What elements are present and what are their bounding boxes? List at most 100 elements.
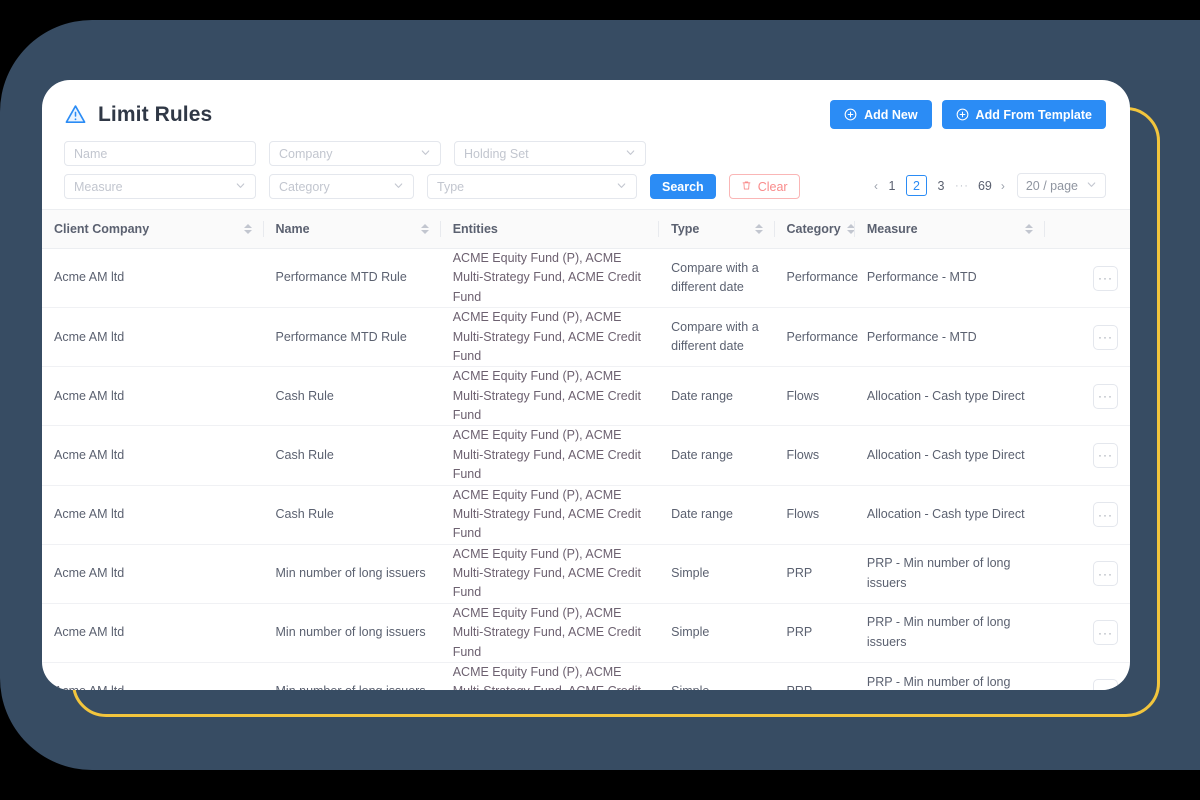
column-header-type[interactable]: Type <box>659 209 775 249</box>
column-label: Entities <box>452 222 498 236</box>
cell-type: Compare with a different date <box>659 248 775 309</box>
cell-type: Simple <box>659 662 775 690</box>
table-row[interactable]: Acme AM ltdMin number of long issuersACM… <box>42 603 1130 663</box>
cell-category: PRP <box>774 662 855 690</box>
cell-name: Min number of long issuers <box>263 544 441 604</box>
row-actions-button[interactable]: ··· <box>1093 324 1118 350</box>
chevron-down-icon <box>393 180 404 194</box>
limit-rules-table: Client Company Name Entities Type Catego… <box>42 209 1130 690</box>
sort-icon[interactable] <box>754 224 763 234</box>
add-new-label: Add New <box>864 107 918 122</box>
cell-measure: Allocation - Cash type Direct <box>854 366 1046 427</box>
pagination-ellipsis[interactable]: ··· <box>955 180 969 192</box>
table-row[interactable]: Acme AM ltd Performance MTD Rule ACME Equi… <box>42 248 1130 309</box>
cell-type: Date range <box>659 485 775 545</box>
cell-measure: Performance - MTD <box>854 307 1046 368</box>
type-select[interactable]: Type <box>427 174 637 199</box>
cell-entities: ACME Equity Fund (P), ACME Multi-Strateg… <box>440 307 660 368</box>
clear-label: Clear <box>757 179 788 194</box>
warning-triangle-icon <box>64 103 87 126</box>
page-size-select[interactable]: 20 / page <box>1016 173 1106 198</box>
column-header-measure[interactable]: Measure <box>854 209 1046 249</box>
company-select-placeholder: Company <box>279 146 333 161</box>
limit-rules-table-wrap: Client Company Name Entities Type Catego… <box>42 209 1130 690</box>
cell-client-company: Acme AM ltd <box>42 425 264 486</box>
type-select-placeholder: Type <box>437 179 465 194</box>
cell-name: Cash Rule <box>263 366 441 427</box>
table-head: Client Company Name Entities Type Catego… <box>42 209 1130 249</box>
column-header-client-company[interactable]: Client Company <box>42 209 264 249</box>
search-button[interactable]: Search <box>650 174 716 199</box>
table-row[interactable]: Acme AM ltd Cash Rule ACME Equity Fund (P)… <box>42 485 1130 545</box>
measure-select[interactable]: Measure <box>64 174 256 199</box>
plus-circle-icon <box>844 108 857 121</box>
trash-icon <box>741 180 752 194</box>
cell-category: Flows <box>774 485 855 545</box>
page-last-button[interactable]: 69 <box>978 179 992 193</box>
page-1-button[interactable]: 1 <box>887 179 897 193</box>
row-actions-button[interactable]: ··· <box>1093 620 1118 646</box>
row-actions-button[interactable]: ··· <box>1093 502 1118 528</box>
chevron-right-icon[interactable]: › <box>1001 179 1005 193</box>
column-header-name[interactable]: Name <box>263 209 441 249</box>
table-header-row: Client Company Name Entities Type Catego… <box>42 209 1130 249</box>
add-from-template-button[interactable]: Add From Template <box>941 100 1106 129</box>
pagination: ‹ 1 2 3 ··· 69 › 20 / page <box>874 173 1106 198</box>
cell-entities: ACME Equity Fund (P), ACME Multi-Strateg… <box>440 485 660 545</box>
column-header-entities[interactable]: Entities <box>440 209 660 249</box>
card-header: Limit Rules Add New Add From Template <box>42 80 1130 129</box>
table-row[interactable]: Acme AM ltdMin number of long issuersACM… <box>42 544 1130 604</box>
cell-name: Performance MTD Rule <box>263 248 441 309</box>
cell-actions: ··· <box>1045 544 1130 604</box>
sort-icon[interactable] <box>420 224 429 234</box>
cell-measure: Allocation - Cash type Direct <box>854 485 1046 545</box>
cell-client-company: Acme AM ltd <box>42 603 264 663</box>
cell-measure: Allocation - Cash type Direct <box>854 425 1046 486</box>
clear-button[interactable]: Clear <box>728 174 800 199</box>
row-actions-button[interactable]: ··· <box>1093 265 1118 291</box>
add-new-button[interactable]: Add New <box>830 100 932 129</box>
holding-set-select[interactable]: Holding Set <box>454 141 646 166</box>
page-3-button[interactable]: 3 <box>936 179 946 193</box>
cell-type: Simple <box>659 544 775 604</box>
limit-rules-card: Limit Rules Add New Add From Template Na… <box>42 80 1130 690</box>
table-row[interactable]: Acme AM ltd Cash Rule ACME Equity Fund (P)… <box>42 366 1130 427</box>
add-from-template-label: Add From Template <box>975 107 1092 122</box>
cell-entities: ACME Equity Fund (P), ACME Multi-Strateg… <box>440 248 660 309</box>
cell-measure: PRP - Min number of long issuers <box>854 603 1046 663</box>
table-row[interactable]: Acme AM ltd Performance MTD Rule ACME Equi… <box>42 307 1130 368</box>
cell-client-company: Acme AM ltd <box>42 485 264 545</box>
cell-measure: PRP - Min number of long issuers <box>854 662 1046 690</box>
column-label: Client Company <box>54 222 150 236</box>
column-label: Category <box>786 222 841 236</box>
cell-entities: ACME Equity Fund (P), ACME Multi-Strateg… <box>440 544 660 604</box>
category-select[interactable]: Category <box>269 174 414 199</box>
row-actions-button[interactable]: ··· <box>1093 383 1118 409</box>
page-2-button[interactable]: 2 <box>905 175 927 196</box>
table-row[interactable]: Acme AM ltd Cash Rule ACME Equity Fund (P)… <box>42 425 1130 486</box>
name-input[interactable]: Name <box>64 141 256 166</box>
chevron-left-icon[interactable]: ‹ <box>874 179 878 193</box>
column-header-category[interactable]: Category <box>774 209 855 249</box>
cell-client-company: Acme AM ltd <box>42 544 264 604</box>
plus-circle-icon <box>956 108 969 121</box>
name-input-placeholder: Name <box>74 146 108 161</box>
cell-entities: ACME Equity Fund (P), ACME Multi-Strateg… <box>440 366 660 427</box>
filter-bar: Name Company Holding Set Measure Categor… <box>42 129 1130 199</box>
sort-icon[interactable] <box>1025 224 1034 234</box>
page-title: Limit Rules <box>98 102 213 126</box>
sort-icon[interactable] <box>243 224 252 234</box>
cell-name: Min number of long issuers <box>263 603 441 663</box>
row-actions-button[interactable]: ··· <box>1093 561 1118 587</box>
holding-set-select-placeholder: Holding Set <box>464 146 529 161</box>
table-row[interactable]: Acme AM ltdMin number of long issuersACM… <box>42 662 1130 690</box>
company-select[interactable]: Company <box>269 141 441 166</box>
cell-category: Flows <box>774 425 855 486</box>
cell-client-company: Acme AM ltd <box>42 366 264 427</box>
cell-category: PRP <box>774 544 855 604</box>
chevron-down-icon <box>616 180 627 194</box>
column-header-actions <box>1045 209 1130 249</box>
row-actions-button[interactable]: ··· <box>1093 442 1118 468</box>
column-label: Type <box>671 222 700 236</box>
cell-type: Compare with a different date <box>659 307 775 368</box>
